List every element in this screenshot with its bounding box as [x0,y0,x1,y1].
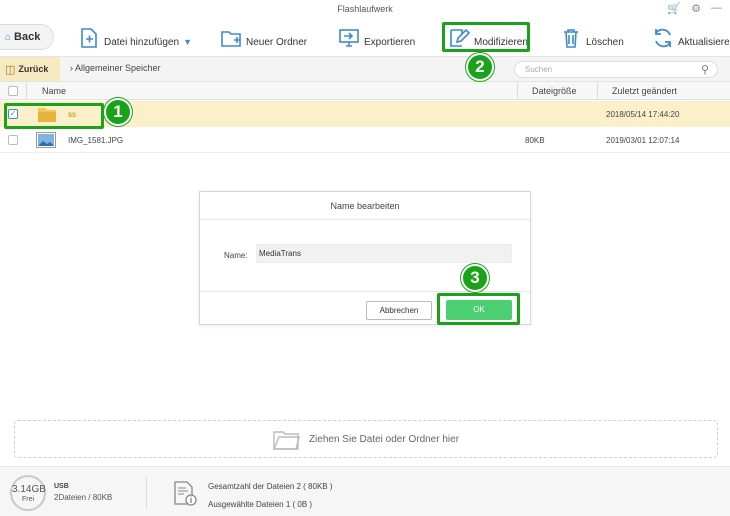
search-placeholder: Suchen [525,65,553,74]
add-file-icon [81,28,97,48]
settings-icon[interactable]: ⚙ [691,2,701,15]
delete-label: Löschen [586,36,624,48]
selected-files: Ausgewählte Dateien 1 ( 0B ) [208,500,313,509]
row-checkbox-checked[interactable]: ✓ [8,109,18,119]
breadcrumb-label: Allgemeiner Speicher [75,63,161,73]
trash-icon [564,29,578,48]
modify-label: Modifizieren [474,36,528,48]
minimize-icon[interactable]: — [711,2,722,15]
name-input[interactable] [256,244,512,263]
search-box[interactable]: Suchen ⚲ [514,61,718,78]
drop-zone-text: Ziehen Sie Datei oder Ordner hier [308,433,460,445]
status-bar: 3.14GB Frei USB 2Dateien / 80KB Gesamtza… [0,466,730,516]
free-size: 3.14GB [12,484,46,495]
row-name: ss [68,110,76,119]
breadcrumb[interactable]: › Allgemeiner Speicher [70,63,161,73]
back-label: Back [14,31,41,43]
toolbar: ⌂ Back Datei hinzufügen ▼ Neuer Ordner E… [0,20,730,56]
total-files: Gesamtzahl der Dateien 2 ( 80KB ) [208,482,333,491]
back-button[interactable]: ⌂ Back [0,24,54,50]
new-folder-icon [221,31,241,47]
drop-zone[interactable]: Ziehen Sie Datei oder Ordner hier [14,420,718,458]
rename-dialog: Name bearbeiten Name: Abbrechen OK [199,191,531,325]
export-label: Exportieren [364,36,416,48]
edit-icon [450,28,470,47]
row-checkbox[interactable] [8,135,18,145]
row-modified: 2018/05/14 17:44:20 [606,110,680,119]
window-title: Flashlaufwerk [337,4,393,14]
step-badge-2: 2 [466,53,494,81]
refresh-icon [655,28,671,48]
chevron-down-icon: ▼ [183,37,192,47]
home-icon: ⌂ [5,31,12,43]
title-bar: Flashlaufwerk 🛒 ⚙ — [0,0,730,20]
column-size[interactable]: Dateigröße [532,86,577,96]
export-icon [339,29,359,47]
step-badge-1: 1 [104,98,132,126]
storage-indicator: 3.14GB Frei [10,475,46,511]
row-modified: 2019/03/01 12:07:14 [606,136,680,145]
search-icon[interactable]: ⚲ [701,63,709,76]
modify-button[interactable]: Modifizieren [448,24,528,52]
ok-button[interactable]: OK [446,300,512,320]
zuruck-label: Zurück [18,64,49,74]
device-info: 2Dateien / 80KB [54,493,113,502]
cart-icon[interactable]: 🛒 [667,2,681,15]
row-name: IMG_1581.JPG [68,136,124,145]
refresh-button[interactable]: Aktualisieren [652,24,730,52]
column-name[interactable]: Name [42,86,66,96]
device-name: USB [54,483,69,490]
zuruck-button[interactable]: ◫ Zurück [0,57,60,81]
select-all-checkbox[interactable] [8,86,18,96]
name-label: Name: [224,251,248,260]
folder-icon [38,108,56,122]
row-size: 80KB [525,136,545,145]
free-label: Frei [21,496,35,503]
delete-button[interactable]: Löschen [560,24,624,52]
new-folder-label: Neuer Ordner [246,36,308,48]
drive-icon: ◫ [5,63,16,76]
file-info-icon [174,481,197,506]
navigation-bar: ◫ Zurück › Allgemeiner Speicher Suchen ⚲ [0,56,730,82]
cancel-button[interactable]: Abbrechen [366,301,432,320]
table-row[interactable]: IMG_1581.JPG 80KB 2019/03/01 12:07:14 [0,127,730,153]
new-folder-button[interactable]: Neuer Ordner [220,24,307,52]
dialog-title: Name bearbeiten [200,192,530,220]
table-header: Name Dateigröße Zuletzt geändert [0,82,730,100]
column-modified[interactable]: Zuletzt geändert [612,86,677,96]
refresh-label: Aktualisieren [678,36,730,48]
drop-folder-icon [272,431,300,450]
add-file-label: Datei hinzufügen [104,36,180,48]
export-button[interactable]: Exportieren [338,24,415,52]
add-file-button[interactable]: Datei hinzufügen ▼ [78,24,192,52]
image-icon [36,132,56,148]
step-badge-3: 3 [461,264,489,292]
